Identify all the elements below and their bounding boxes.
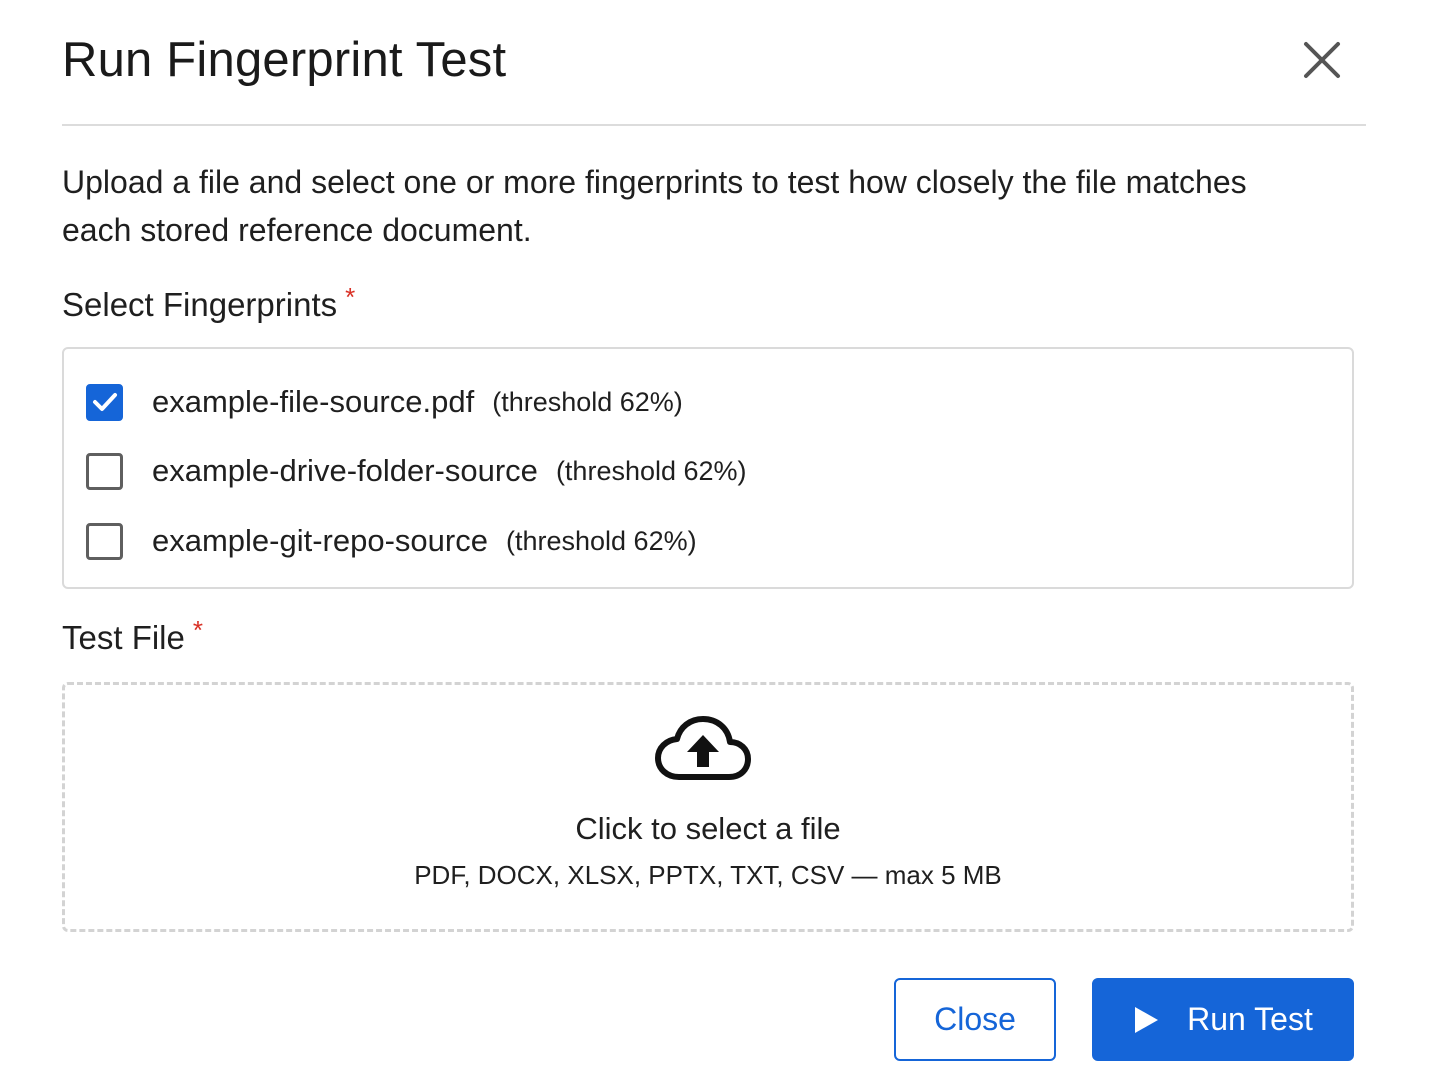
required-marker: * xyxy=(345,282,356,312)
close-button[interactable]: Close xyxy=(894,978,1056,1061)
fingerprint-option-git-repo-source[interactable]: example-git-repo-source (threshold 62%) xyxy=(86,521,697,561)
fingerprint-list: example-file-source.pdf (threshold 62%) … xyxy=(62,347,1354,589)
fingerprint-name: example-git-repo-source xyxy=(152,523,488,558)
checkmark-icon xyxy=(92,393,117,411)
fingerprint-checkbox[interactable] xyxy=(86,383,123,421)
fingerprint-threshold: (threshold 62%) xyxy=(555,455,747,486)
fingerprints-label: Select Fingerprints * xyxy=(62,282,355,324)
dialog-title: Run Fingerprint Test xyxy=(62,33,507,87)
fingerprint-name: example-drive-folder-source xyxy=(152,453,538,488)
dropzone-hint: PDF, DOCX, XLSX, PPTX, TXT, CSV — max 5 … xyxy=(414,860,1002,890)
dialog-description: Upload a file and select one or more fin… xyxy=(62,164,1247,248)
fingerprints-label-text: Select Fingerprints xyxy=(62,286,338,323)
required-marker: * xyxy=(192,615,203,645)
run-test-button[interactable]: Run Test xyxy=(1092,978,1354,1061)
fingerprint-option-file-source[interactable]: example-file-source.pdf (threshold 62%) xyxy=(86,382,683,422)
cloud-upload-icon xyxy=(655,716,751,780)
close-button-label: Close xyxy=(934,1001,1016,1037)
fingerprint-threshold: (threshold 62%) xyxy=(492,386,683,417)
test-file-label: Test File * xyxy=(62,615,203,657)
fingerprint-option-drive-folder-source[interactable]: example-drive-folder-source (threshold 6… xyxy=(86,451,747,491)
fingerprint-threshold: (threshold 62%) xyxy=(505,525,697,556)
close-icon[interactable] xyxy=(1300,38,1344,82)
dropzone-title: Click to select a file xyxy=(575,811,841,846)
run-fingerprint-test-dialog: Run Fingerprint Test Upload a file and s… xyxy=(0,0,1443,1090)
fingerprint-name: example-file-source.pdf xyxy=(152,384,475,419)
fingerprint-checkbox[interactable] xyxy=(86,522,123,560)
test-file-label-text: Test File xyxy=(62,619,185,656)
dialog-header: Run Fingerprint Test xyxy=(62,30,1366,126)
run-test-button-label: Run Test xyxy=(1187,1001,1313,1037)
file-dropzone[interactable]: Click to select a file PDF, DOCX, XLSX, … xyxy=(62,682,1354,932)
fingerprint-checkbox[interactable] xyxy=(86,452,123,490)
play-icon xyxy=(1135,1006,1159,1033)
